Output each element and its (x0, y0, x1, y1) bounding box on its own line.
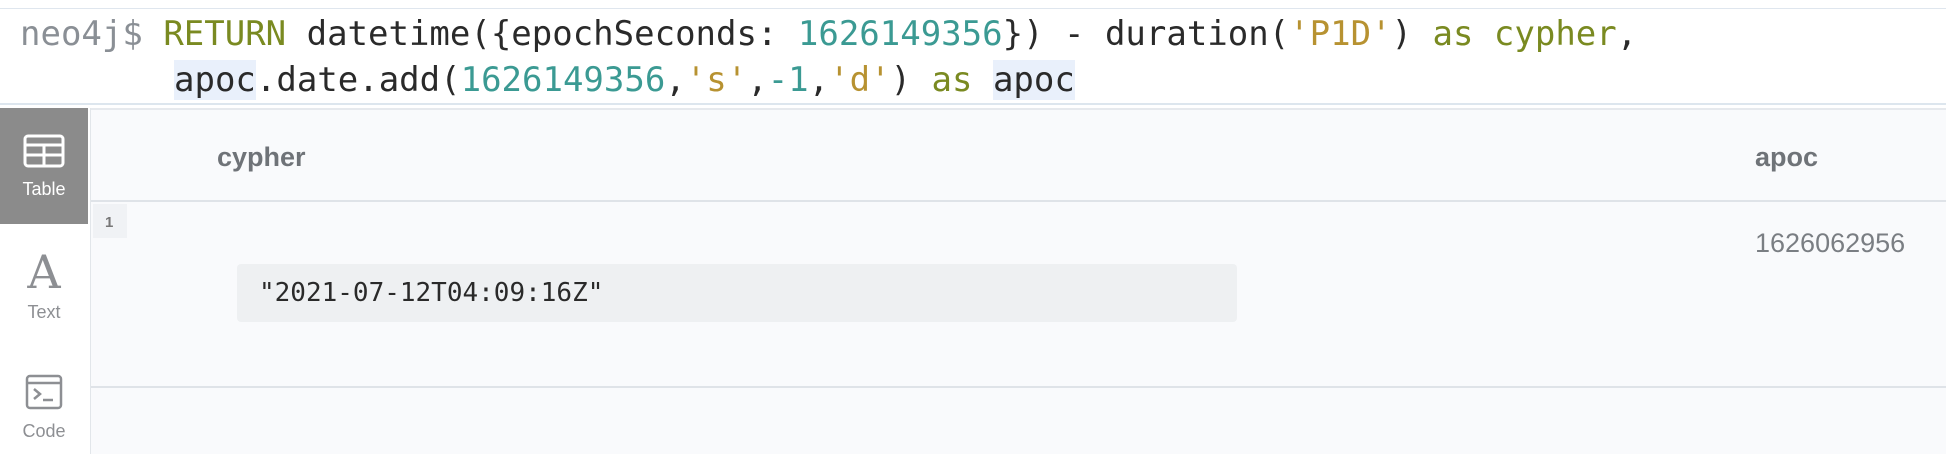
view-sidebar: Table A Text Code (0, 108, 88, 454)
code-token: , (665, 60, 686, 100)
query-line-1: neo4j$ RETURN datetime({epochSeconds: 16… (20, 12, 1637, 56)
code-token: , (1616, 14, 1638, 54)
code-token: cypher (1493, 14, 1617, 54)
editor-divider (0, 103, 1946, 105)
code-token: -1 (767, 60, 809, 100)
table-view-label: Table (22, 179, 66, 199)
text-view-button[interactable]: A Text (0, 236, 88, 336)
code-token: 'P1D' (1289, 14, 1392, 54)
code-token: .date.add( (255, 60, 461, 100)
code-token: ) (890, 60, 932, 100)
text-view-label: Text (27, 302, 61, 322)
code-token: as (1432, 14, 1474, 54)
code-token: as (931, 60, 973, 100)
code-view-label: Code (22, 421, 66, 441)
query-line-2: apoc.date.add(1626149356,'s',-1,'d') as … (174, 58, 1075, 102)
query-line-2-tokens: apoc.date.add(1626149356,'s',-1,'d') as … (174, 60, 1075, 100)
result-table: cypher apoc 1 "2021-07-12T04:09:16Z" 162… (90, 108, 1946, 454)
column-header-apoc: apoc (1755, 142, 1819, 172)
query-editor[interactable]: neo4j$ RETURN datetime({epochSeconds: 16… (0, 0, 1946, 104)
code-icon (25, 374, 63, 415)
code-token: }) - duration( (1002, 14, 1290, 54)
code-token: 'd' (829, 60, 891, 100)
cell-cypher: "2021-07-12T04:09:16Z" (237, 264, 1237, 322)
code-token: datetime({epochSeconds: (286, 14, 798, 54)
cell-apoc: 1626062956 (1755, 228, 1906, 258)
code-view-button[interactable]: Code (0, 358, 88, 454)
code-token: ) (1391, 14, 1433, 54)
row-divider (91, 386, 1946, 388)
code-token: , (747, 60, 768, 100)
code-token: 1626149356 (797, 14, 1003, 54)
column-header-cypher: cypher (217, 142, 306, 172)
code-token: , (808, 60, 830, 100)
code-token: apoc (992, 60, 1075, 100)
code-token: 1626149356 (460, 60, 666, 100)
row-number: 1 (93, 204, 127, 238)
code-token: RETURN (163, 14, 287, 54)
code-token: apoc (174, 60, 256, 100)
table-view-button[interactable]: Table (0, 108, 88, 224)
text-icon: A (27, 245, 61, 299)
code-token: 's' (685, 60, 748, 100)
query-line-1-tokens: RETURN datetime({epochSeconds: 162614935… (163, 14, 1637, 54)
table-header-row: cypher apoc (91, 108, 1946, 202)
prompt: neo4j$ (20, 14, 143, 54)
table-icon (23, 134, 65, 173)
